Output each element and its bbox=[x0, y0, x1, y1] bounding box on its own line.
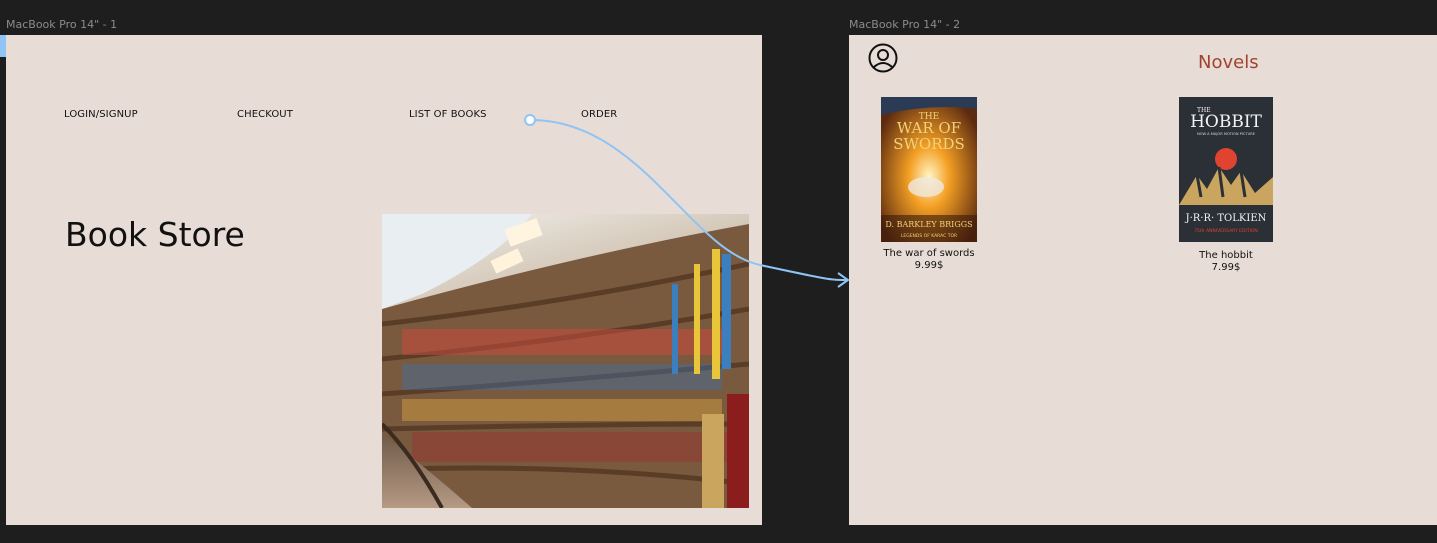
nav-checkout[interactable]: CHECKOUT bbox=[237, 109, 293, 120]
user-circle-icon[interactable] bbox=[868, 43, 898, 73]
book-title: The war of swords bbox=[883, 248, 975, 259]
nav-order[interactable]: ORDER bbox=[581, 109, 617, 120]
book-cover-the-hobbit[interactable]: THE HOBBIT NOW A MAJOR MOTION PICTURE J·… bbox=[1179, 97, 1273, 242]
svg-text:75th ANNIVERSARY EDITION: 75th ANNIVERSARY EDITION bbox=[1194, 228, 1258, 234]
frame2-label[interactable]: MacBook Pro 14" - 2 bbox=[849, 18, 960, 31]
svg-text:LEGENDS OF KARAC TOR: LEGENDS OF KARAC TOR bbox=[901, 233, 957, 239]
frame1-label[interactable]: MacBook Pro 14" - 1 bbox=[6, 18, 117, 31]
store-title: Book Store bbox=[65, 215, 245, 254]
home-frame[interactable]: LOGIN/SIGNUP CHECKOUT LIST OF BOOKS ORDE… bbox=[6, 35, 762, 525]
nav-list-of-books[interactable]: LIST OF BOOKS bbox=[409, 109, 487, 120]
svg-text:NOW A MAJOR MOTION PICTURE: NOW A MAJOR MOTION PICTURE bbox=[1197, 132, 1256, 136]
nav-login-signup[interactable]: LOGIN/SIGNUP bbox=[64, 109, 138, 120]
book-price: 9.99$ bbox=[914, 260, 944, 271]
book-title: The hobbit bbox=[1199, 250, 1253, 261]
svg-text:HOBBIT: HOBBIT bbox=[1190, 112, 1262, 132]
book-cover-war-of-swords[interactable]: THE WAR OF SWORDS D. BARKLEY BRIGGS LEGE… bbox=[881, 97, 977, 242]
book-card-war-of-swords[interactable]: THE WAR OF SWORDS D. BARKLEY BRIGGS LEGE… bbox=[869, 97, 989, 272]
novels-frame[interactable]: Novels THE WAR OF SWORDS D. BARKLEY BRIG… bbox=[849, 35, 1437, 525]
bookshelf-image bbox=[382, 214, 749, 508]
svg-text:SWORDS: SWORDS bbox=[893, 135, 965, 153]
novels-heading: Novels bbox=[1198, 52, 1259, 73]
svg-text:D. BARKLEY BRIGGS: D. BARKLEY BRIGGS bbox=[885, 220, 972, 229]
svg-text:J·R·R· TOLKIEN: J·R·R· TOLKIEN bbox=[1185, 213, 1267, 224]
connection-arrowhead bbox=[837, 272, 850, 288]
book-card-the-hobbit[interactable]: THE HOBBIT NOW A MAJOR MOTION PICTURE J·… bbox=[1166, 97, 1286, 274]
book-price: 7.99$ bbox=[1211, 262, 1241, 273]
